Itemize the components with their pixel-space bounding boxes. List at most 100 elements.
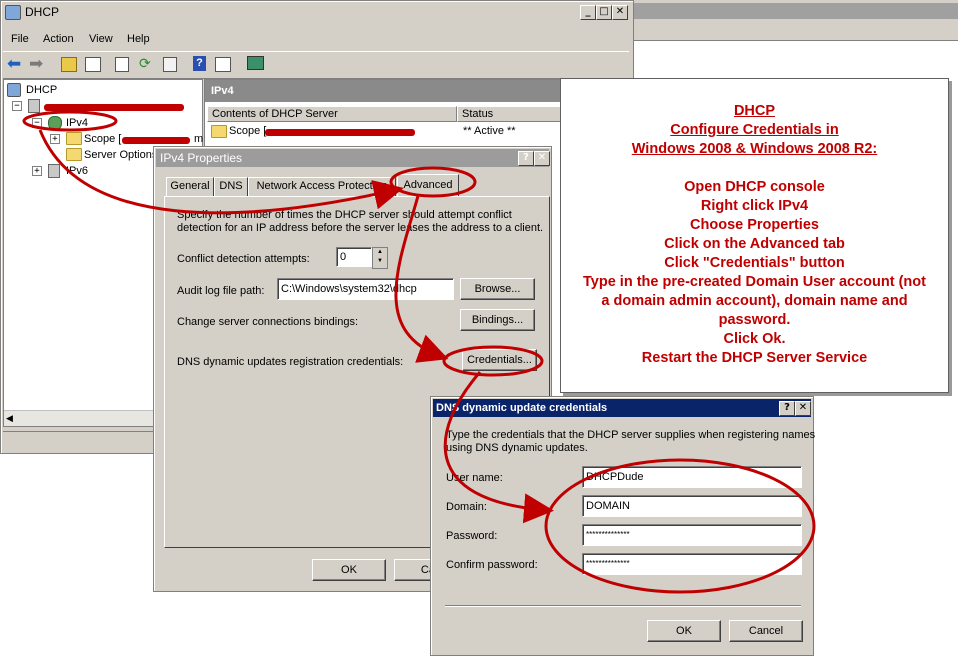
audit-log-input[interactable]: C:\Windows\system32\dhcp (277, 278, 454, 300)
action-pane-icon[interactable] (215, 57, 231, 72)
expand-scope-toggle[interactable]: + (50, 134, 60, 144)
conflict-detection-input[interactable]: 0 (336, 247, 372, 267)
note-step-9: Click Ok. (723, 331, 786, 347)
server-options-folder-icon (66, 148, 82, 161)
props-titlebar: IPv4 Properties ? ✕ (156, 149, 550, 167)
tab-general[interactable]: General (166, 177, 214, 197)
monitor-icon[interactable] (247, 56, 264, 70)
maximize-button[interactable]: □ (596, 5, 612, 20)
up-folder-icon[interactable] (61, 57, 77, 72)
advanced-description-line1: Specify the number of times the DHCP ser… (177, 209, 512, 221)
note-subtitle-2: Windows 2008 & Windows 2008 R2: (631, 141, 878, 157)
creds-title-text: DNS dynamic update credentials (436, 402, 608, 414)
domain-label: Domain: (446, 501, 487, 513)
row-scope-folder-icon (211, 125, 227, 138)
tree-scope[interactable]: Scope [ (84, 133, 121, 145)
refresh-icon[interactable]: ⟳ (139, 55, 151, 72)
creds-separator (445, 605, 801, 607)
dhcp-root-icon (7, 83, 21, 97)
note-step-8: password. (718, 312, 791, 328)
tab-advanced[interactable]: Advanced (397, 174, 459, 197)
column-contents[interactable]: Contents of DHCP Server (207, 106, 457, 122)
close-button[interactable]: ✕ (612, 5, 628, 20)
note-title: DHCP (733, 103, 776, 119)
scope-redaction (122, 137, 190, 144)
back-arrow-icon[interactable]: ⬅ (7, 55, 21, 72)
props-title-text: IPv4 Properties (160, 151, 243, 165)
note-step-6: Type in the pre-created Domain User acco… (583, 274, 926, 290)
creds-description-line1: Type the credentials that the DHCP serve… (446, 429, 816, 441)
background-window (632, 0, 958, 41)
browse-button[interactable]: Browse... (460, 278, 535, 300)
help-icon[interactable]: ? (193, 56, 206, 71)
creds-description-line2: using DNS dynamic updates. (446, 442, 588, 454)
forward-arrow-icon[interactable]: ➡ (29, 55, 43, 72)
scroll-left-arrow-icon[interactable]: ◀ (6, 413, 13, 424)
audit-log-label: Audit log file path: (177, 285, 265, 297)
server-name-redaction (44, 104, 184, 111)
creds-close-button[interactable]: ✕ (795, 401, 811, 416)
creds-ok-button[interactable]: OK (647, 620, 721, 642)
collapse-server-toggle[interactable]: − (12, 101, 22, 111)
conflict-detection-spinner[interactable]: ▲ ▼ (372, 247, 388, 269)
note-step-4: Click on the Advanced tab (664, 236, 845, 252)
scope-folder-icon (66, 132, 82, 145)
conflict-detection-label: Conflict detection attempts: (177, 253, 310, 265)
menu-file[interactable]: File (11, 33, 29, 45)
dns-credentials-dialog: DNS dynamic update credentials ? ✕ Type … (430, 396, 816, 656)
tree-root-dhcp[interactable]: DHCP (26, 84, 57, 96)
password-label: Password: (446, 530, 498, 542)
menu-action[interactable]: Action (43, 33, 74, 45)
user-name-label: User name: (446, 472, 503, 484)
minimize-button[interactable]: _ (580, 5, 596, 20)
dns-credentials-label: DNS dynamic updates registration credent… (177, 356, 404, 368)
background-titlebar (632, 3, 958, 19)
props-help-button[interactable]: ? (518, 151, 534, 166)
user-name-input[interactable]: DHCPDude (582, 466, 802, 488)
password-input[interactable]: ************** (582, 524, 802, 546)
creds-cancel-button[interactable]: Cancel (729, 620, 803, 642)
column-status[interactable]: Status (457, 106, 565, 122)
menu-view[interactable]: View (89, 33, 113, 45)
dhcp-title-text: DHCP (25, 5, 60, 19)
note-step-3: Choose Properties (690, 217, 819, 233)
instruction-note: DHCP Configure Credentials in Windows 20… (560, 78, 949, 393)
note-spacer (561, 159, 948, 178)
note-step-10: Restart the DHCP Server Service (641, 350, 868, 366)
expand-ipv6-toggle[interactable]: + (32, 166, 42, 176)
ipv6-icon (48, 164, 60, 178)
confirm-password-input[interactable]: ************** (582, 553, 802, 575)
bindings-label: Change server connections bindings: (177, 316, 359, 328)
props-ok-button[interactable]: OK (312, 559, 386, 581)
advanced-description-line2: detection for an IP address before the s… (177, 222, 544, 234)
note-step-7: a domain admin account), domain name and (601, 293, 908, 309)
tree-ipv6[interactable]: IPv6 (66, 165, 88, 177)
tree-scope-suffix: m (194, 133, 204, 145)
note-step-5: Click "Credentials" button (664, 255, 845, 271)
confirm-password-label: Confirm password: (446, 559, 538, 571)
domain-input[interactable]: DOMAIN (582, 495, 802, 517)
creds-titlebar: DNS dynamic update credentials ? ✕ (433, 399, 811, 417)
server-icon (28, 99, 40, 113)
ipv4-icon (48, 116, 62, 130)
note-subtitle-1: Configure Credentials in (670, 122, 839, 138)
collapse-ipv4-toggle[interactable]: − (32, 118, 42, 128)
bindings-button[interactable]: Bindings... (460, 309, 535, 331)
row-scope-status: ** Active ** (463, 125, 516, 137)
note-step-1: Open DHCP console (684, 179, 825, 195)
dhcp-app-icon (5, 5, 21, 20)
tab-dns[interactable]: DNS (214, 177, 248, 197)
export-icon[interactable] (163, 57, 177, 72)
row-scope-name[interactable]: Scope [ (229, 125, 266, 137)
props-close-button[interactable]: ✕ (534, 151, 550, 166)
results-header-text: IPv4 (211, 85, 234, 97)
tab-network-access-protection[interactable]: Network Access Protection (248, 177, 396, 197)
tree-server-options[interactable]: Server Options (84, 149, 157, 161)
show-tree-icon[interactable] (85, 57, 101, 72)
tree-ipv4[interactable]: IPv4 (66, 117, 89, 129)
creds-help-button[interactable]: ? (779, 401, 795, 416)
properties-icon[interactable] (115, 57, 129, 72)
credentials-button[interactable]: Credentials... (462, 349, 537, 371)
dhcp-titlebar: DHCP _ □ ✕ (3, 3, 629, 21)
menu-help[interactable]: Help (127, 33, 150, 45)
